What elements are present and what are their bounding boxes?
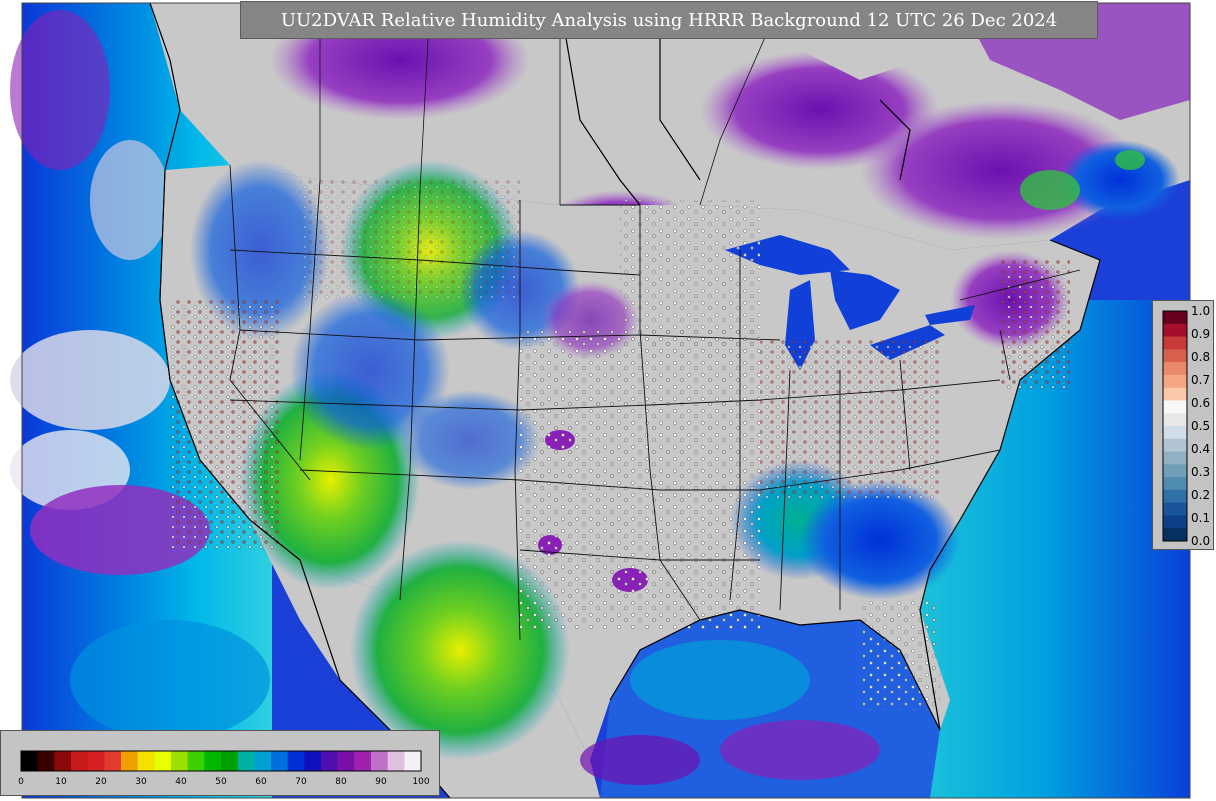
colorbar-swatch xyxy=(321,751,339,771)
colorbar-tick-label: 100 xyxy=(412,777,429,787)
colorbar-vertical-tick-label: 0.5 xyxy=(1191,419,1210,433)
colorbar-swatch xyxy=(304,751,322,771)
colorbar-vertical-swatch xyxy=(1163,515,1187,529)
colorbar-ticks: 0 10 20 30 40 50 60 70 80 90 100 xyxy=(18,777,430,787)
colorbar-swatch xyxy=(371,751,389,771)
rh-analysis-map xyxy=(0,0,1216,800)
rh-colorbar-vertical: 1.0 0.9 0.8 0.7 0.6 0.5 0.4 0.3 0.2 0.1 0.0 xyxy=(1152,300,1214,550)
colorbar-vertical-tick-label: 0.4 xyxy=(1191,442,1210,456)
colorbar-vertical-gradient xyxy=(1163,311,1187,542)
colorbar-swatch xyxy=(404,751,422,771)
colorbar-tick-label: 90 xyxy=(375,777,387,787)
colorbar-swatch xyxy=(154,751,172,771)
colorbar-tick-label: 0 xyxy=(18,777,24,787)
colorbar-vertical-swatch xyxy=(1163,362,1187,376)
colorbar-vertical-swatch xyxy=(1163,502,1187,516)
colorbar-vertical-swatch xyxy=(1163,528,1187,542)
colorbar-vertical-swatch xyxy=(1163,349,1187,363)
colorbar-vertical-tick-label: 1.0 xyxy=(1191,304,1210,318)
colorbar-swatch xyxy=(137,751,155,771)
colorbar-swatch xyxy=(54,751,72,771)
colorbar-gradient xyxy=(21,751,422,771)
map-title: UU2DVAR Relative Humidity Analysis using… xyxy=(240,1,1098,39)
colorbar-vertical-swatch xyxy=(1163,451,1187,465)
colorbar-vertical-swatch xyxy=(1163,438,1187,453)
rh-colorbar-horizontal: 0 10 20 30 40 50 60 70 80 90 100 xyxy=(0,730,440,796)
colorbar-vertical-tick-label: 0.0 xyxy=(1191,534,1210,548)
colorbar-tick-label: 50 xyxy=(215,777,227,787)
colorbar-tick-label: 60 xyxy=(255,777,267,787)
colorbar-tick-label: 20 xyxy=(95,777,107,787)
colorbar-swatch xyxy=(337,751,355,771)
colorbar-tick-label: 70 xyxy=(295,777,307,787)
colorbar-vertical-tick-label: 0.3 xyxy=(1191,465,1210,479)
colorbar-vertical-tick-label: 0.6 xyxy=(1191,396,1210,410)
colorbar-swatch xyxy=(271,751,289,771)
colorbar-tick-label: 10 xyxy=(55,777,67,787)
colorbar-vertical-swatch xyxy=(1163,489,1187,504)
colorbar-swatch xyxy=(204,751,222,771)
colorbar-tick-label: 30 xyxy=(135,777,147,787)
colorbar-vertical-tick-label: 0.7 xyxy=(1191,373,1210,387)
colorbar-swatch xyxy=(71,751,89,771)
colorbar-vertical-swatch xyxy=(1163,426,1187,440)
colorbar-tick-label: 80 xyxy=(335,777,347,787)
colorbar-swatch xyxy=(87,751,105,771)
colorbar-vertical-swatch xyxy=(1163,464,1187,478)
colorbar-vertical-swatch xyxy=(1163,323,1187,338)
colorbar-swatch xyxy=(354,751,372,771)
colorbar-swatch xyxy=(171,751,189,771)
colorbar-vertical-tick-label: 0.1 xyxy=(1191,511,1210,525)
colorbar-vertical-tick-label: 0.2 xyxy=(1191,488,1210,502)
colorbar-swatch xyxy=(187,751,205,771)
colorbar-vertical-tick-label: 0.9 xyxy=(1191,327,1210,341)
colorbar-swatch xyxy=(237,751,255,771)
colorbar-tick-label: 40 xyxy=(175,777,187,787)
colorbar-vertical-swatch xyxy=(1163,311,1187,325)
colorbar-vertical-swatch xyxy=(1163,477,1187,491)
colorbar-vertical-swatch xyxy=(1163,413,1187,427)
colorbar-swatch xyxy=(37,751,55,771)
colorbar-swatch xyxy=(221,751,239,771)
colorbar-swatch xyxy=(104,751,122,771)
colorbar-swatch xyxy=(287,751,305,771)
colorbar-vertical-swatch xyxy=(1163,387,1187,401)
colorbar-swatch xyxy=(387,751,405,771)
colorbar-swatch xyxy=(254,751,272,771)
colorbar-swatch xyxy=(121,751,139,771)
colorbar-vertical-tick-label: 0.8 xyxy=(1191,350,1210,364)
colorbar-vertical-ticks: 1.0 0.9 0.8 0.7 0.6 0.5 0.4 0.3 0.2 0.1 0.0 xyxy=(1191,304,1210,548)
colorbar-vertical-swatch xyxy=(1163,336,1187,350)
colorbar-swatch xyxy=(21,751,39,771)
colorbar-vertical-swatch xyxy=(1163,374,1187,389)
colorbar-vertical-swatch xyxy=(1163,400,1187,414)
